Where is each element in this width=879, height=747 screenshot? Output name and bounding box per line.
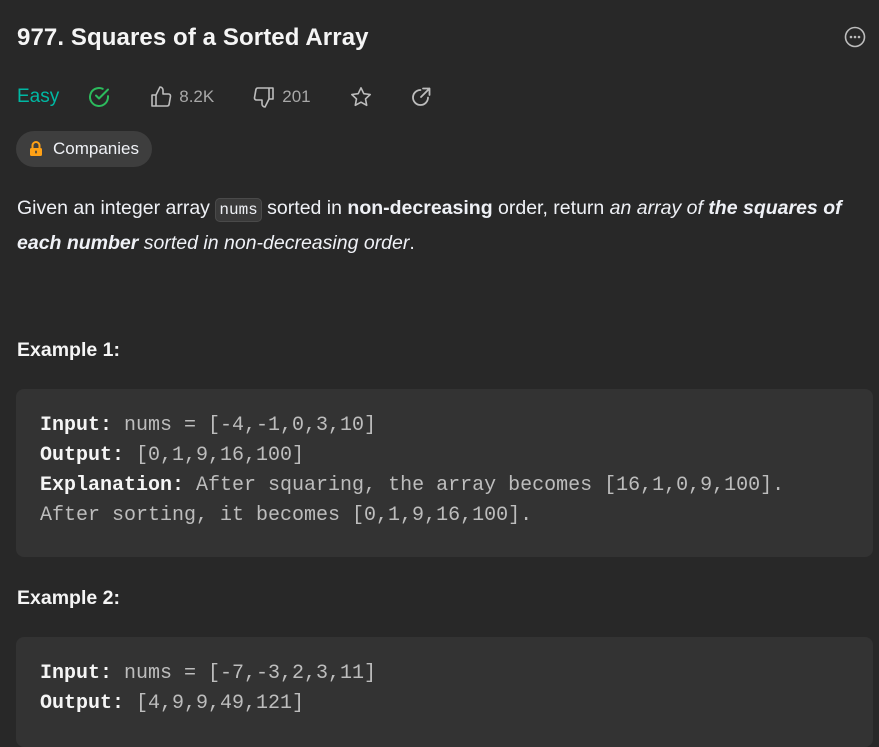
description-text: sorted in (261, 197, 348, 219)
lock-icon (29, 141, 43, 157)
input-value: nums = [-4,-1,0,3,10] (112, 414, 377, 437)
problem-meta-row: Easy 8.2K 201 (17, 83, 433, 111)
explanation-label: Explanation: (40, 474, 185, 497)
input-value: nums = [-7,-3,2,3,11] (112, 662, 377, 685)
example-1-title: Example 1: (17, 339, 120, 361)
example-1-output: Output: [0,1,9,16,100] (40, 441, 849, 471)
example-2-output: Output: [4,9,9,49,121] (40, 689, 849, 719)
favorite-button[interactable] (349, 85, 373, 109)
inline-code-nums: nums (215, 198, 262, 222)
output-value: [0,1,9,16,100] (124, 444, 305, 467)
star-icon (349, 85, 373, 109)
example-1-box: Input: nums = [-4,-1,0,3,10] Output: [0,… (16, 389, 873, 557)
input-label: Input: (40, 414, 113, 437)
dislike-button[interactable]: 201 (252, 85, 311, 109)
example-1-explanation-cont: After sorting, it becomes [0,1,9,16,100]… (40, 504, 533, 527)
share-icon (409, 85, 433, 109)
more-options-button[interactable] (844, 26, 866, 53)
example-1-input: Input: nums = [-4,-1,0,3,10] (40, 411, 849, 441)
companies-label: Companies (53, 139, 139, 158)
problem-title: 977. Squares of a Sorted Array (17, 24, 369, 51)
description-italic: sorted in non-decreasing order (138, 232, 410, 254)
like-count: 8.2K (179, 87, 215, 106)
more-options-icon (844, 26, 866, 53)
solved-check-icon (87, 85, 111, 109)
output-value: [4,9,9,49,121] (124, 692, 305, 715)
thumbs-up-icon (149, 85, 179, 109)
description-text: . (409, 232, 415, 254)
share-button[interactable] (409, 85, 433, 109)
input-label: Input: (40, 662, 113, 685)
description-italic: an array of (609, 197, 709, 219)
example-2-title: Example 2: (17, 587, 120, 609)
like-button[interactable]: 8.2K (149, 85, 214, 109)
description-bold: non-decreasing (347, 197, 493, 219)
problem-description: Given an integer array nums sorted in no… (17, 192, 877, 260)
dislike-count: 201 (282, 87, 311, 106)
description-text: order, return (492, 197, 610, 219)
difficulty-badge: Easy (17, 86, 60, 107)
output-label: Output: (40, 692, 125, 715)
example-2-box: Input: nums = [-7,-3,2,3,11] Output: [4,… (16, 637, 873, 747)
description-text: Given an integer array (17, 197, 216, 219)
companies-tag-button[interactable]: Companies (16, 131, 152, 167)
thumbs-down-icon (252, 85, 282, 109)
explanation-value: After squaring, the array becomes [16,1,… (184, 474, 785, 497)
example-2-input: Input: nums = [-7,-3,2,3,11] (40, 659, 849, 689)
output-label: Output: (40, 444, 125, 467)
example-1-explanation: Explanation: After squaring, the array b… (40, 471, 849, 501)
